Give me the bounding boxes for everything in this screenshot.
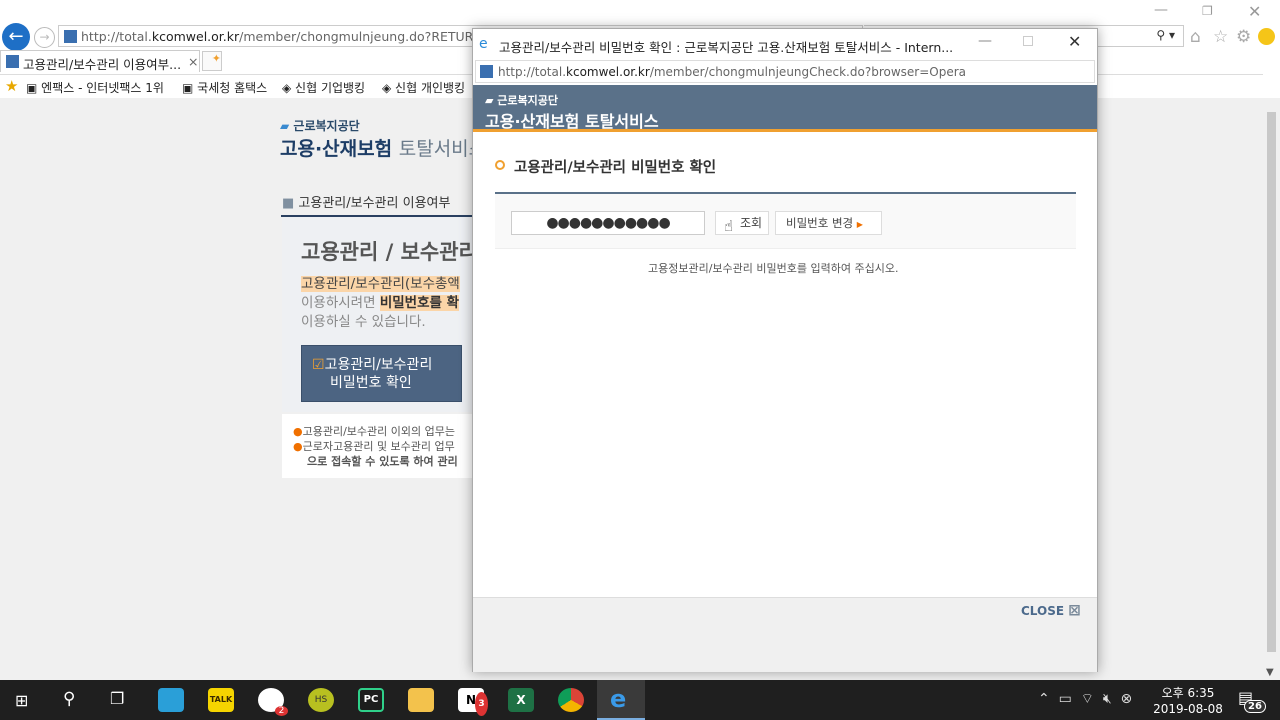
popup-close-button[interactable]: ✕ [1068, 32, 1081, 51]
notion-icon[interactable]: N3 [458, 688, 488, 716]
system-tray-icons[interactable]: ⌃ ▭ ⌔ 🔇︎ ⊗ [1038, 690, 1132, 708]
info-text: 고용관리/보수관리(보수총액 이용하시려면 비밀번호를 확 이용하실 수 있습니… [301, 276, 460, 330]
minimize-button[interactable]: — [1154, 2, 1168, 18]
url-domain: kcomwel.or.kr [151, 29, 240, 44]
tab-close-icon[interactable]: × [188, 54, 198, 69]
close-box-icon: ⊠ [1068, 601, 1081, 619]
taskbar: ⊞ ⚲ ❐ TALK 2 HS PC N3 X e ⌃ ▭ ⌔ 🔇︎ ⊗ 오후 … [0, 680, 1280, 720]
hand-cursor-icon: ☝ [724, 217, 734, 235]
logo-org: ▰ 근로복지공단 [280, 119, 360, 133]
password-hint: 고용정보관리/보수관리 비밀번호를 입력하여 주십시오. [648, 262, 899, 275]
popup-favicon [480, 65, 493, 78]
search-icon: ⚲ ▾ [1156, 28, 1175, 42]
url-text: http://total. [81, 29, 152, 44]
pycharm-icon[interactable]: PC [358, 688, 384, 712]
popup-footer [473, 597, 1097, 672]
password-check-button[interactable]: ☑고용관리/보수관리 비밀번호 확인 [301, 345, 462, 402]
close-window-button[interactable]: ✕ [1248, 2, 1261, 21]
back-button[interactable]: ← [2, 23, 30, 51]
new-tab-button[interactable]: ✦ [202, 51, 222, 71]
warning-icon: ● [293, 440, 303, 453]
site-favicon [64, 30, 77, 43]
app-icon-bird[interactable] [158, 688, 184, 712]
favorites-star-icon[interactable]: ☆ [1213, 27, 1228, 47]
task-view-icon[interactable]: ❐ [110, 689, 124, 708]
popup-maximize-button[interactable] [1023, 36, 1033, 46]
app-icon-2[interactable]: 2 [258, 688, 288, 716]
search-icon[interactable]: ⚲ [63, 689, 75, 709]
windows-start-icon[interactable]: ⊞ [15, 691, 28, 710]
favorite-link-1[interactable]: ▣ 국세청 홈택스 [182, 79, 267, 96]
favorite-link-3[interactable]: ◈ 신협 개인뱅킹 [382, 79, 465, 96]
change-password-button[interactable]: 비밀번호 변경 ▶ [775, 211, 882, 235]
favorite-link-2[interactable]: ◈ 신협 기업뱅킹 [282, 79, 365, 96]
ie-icon: e [479, 36, 488, 52]
forward-button[interactable]: → [34, 27, 55, 48]
tab-active[interactable]: 고용관리/보수관리 이용여부... × [0, 50, 200, 72]
notes: ●고용관리/보수관리 이외의 업무는 ●근로자고용관리 및 보수관리 업무 으로… [293, 425, 458, 468]
popup-logo-org: ▰ 근로복지공단 [485, 94, 559, 107]
popup-address-bar: http://total.kcomwel.or.kr/member/chongm… [475, 60, 1095, 83]
info-heading: 고용관리 / 보수관리 [301, 240, 472, 264]
popup-heading: 고용관리/보수관리 비밀번호 확인 [514, 160, 717, 176]
clock-time[interactable]: 오후 6:35 [1158, 684, 1218, 701]
file-explorer-icon[interactable] [408, 688, 434, 712]
tab-title: 고용관리/보수관리 이용여부... [23, 57, 182, 72]
warning-icon: ● [293, 425, 303, 438]
popup-header: ▰ 근로복지공단 고용·산재보험 토탈서비스 [473, 85, 1097, 132]
password-input[interactable]: ●●●●●●●●●●● [511, 211, 705, 235]
tab-favicon [6, 55, 19, 68]
feedback-smiley-icon[interactable] [1258, 28, 1275, 45]
popup-title: 고용관리/보수관리 비밀번호 확인 : 근로복지공단 고용.산재보험 토탈서비스… [499, 40, 954, 55]
bullet-icon [495, 160, 505, 170]
home-icon[interactable]: ⌂ [1190, 27, 1201, 47]
favorites-icon[interactable]: ★ [5, 77, 18, 95]
excel-icon[interactable]: X [508, 688, 534, 712]
password-popup-window: e 고용관리/보수관리 비밀번호 확인 : 근로복지공단 고용.산재보험 토탈서… [472, 28, 1098, 672]
internet-explorer-taskbar-button[interactable]: e [597, 680, 645, 720]
arrow-right-icon: ▶ [856, 220, 863, 229]
restore-button[interactable]: ❐ [1202, 4, 1213, 18]
chrome-icon[interactable] [558, 688, 584, 712]
popup-logo-title: 고용·산재보험 토탈서비스 [485, 112, 659, 131]
section-title: ■ 고용관리/보수관리 이용여부 [282, 196, 451, 211]
popup-minimize-button[interactable]: — [978, 33, 992, 49]
vertical-scrollbar[interactable]: ▼ [1263, 98, 1280, 680]
hs-app-icon[interactable]: HS [308, 688, 334, 712]
notification-center-icon[interactable]: ▤ 26 [1238, 688, 1266, 713]
check-icon: ☑ [312, 357, 325, 373]
settings-gear-icon[interactable]: ⚙ [1236, 27, 1251, 47]
logo-title: 고용·산재보험 토탈서비스 [280, 138, 472, 160]
favorite-link-0[interactable]: ▣ 엔팩스 - 인터넷팩스 1위 [26, 79, 164, 96]
close-popup-button[interactable]: CLOSE ⊠ [1021, 601, 1081, 619]
kakaotalk-icon[interactable]: TALK [208, 688, 234, 712]
clock-date[interactable]: 2019-08-08 [1150, 702, 1226, 716]
